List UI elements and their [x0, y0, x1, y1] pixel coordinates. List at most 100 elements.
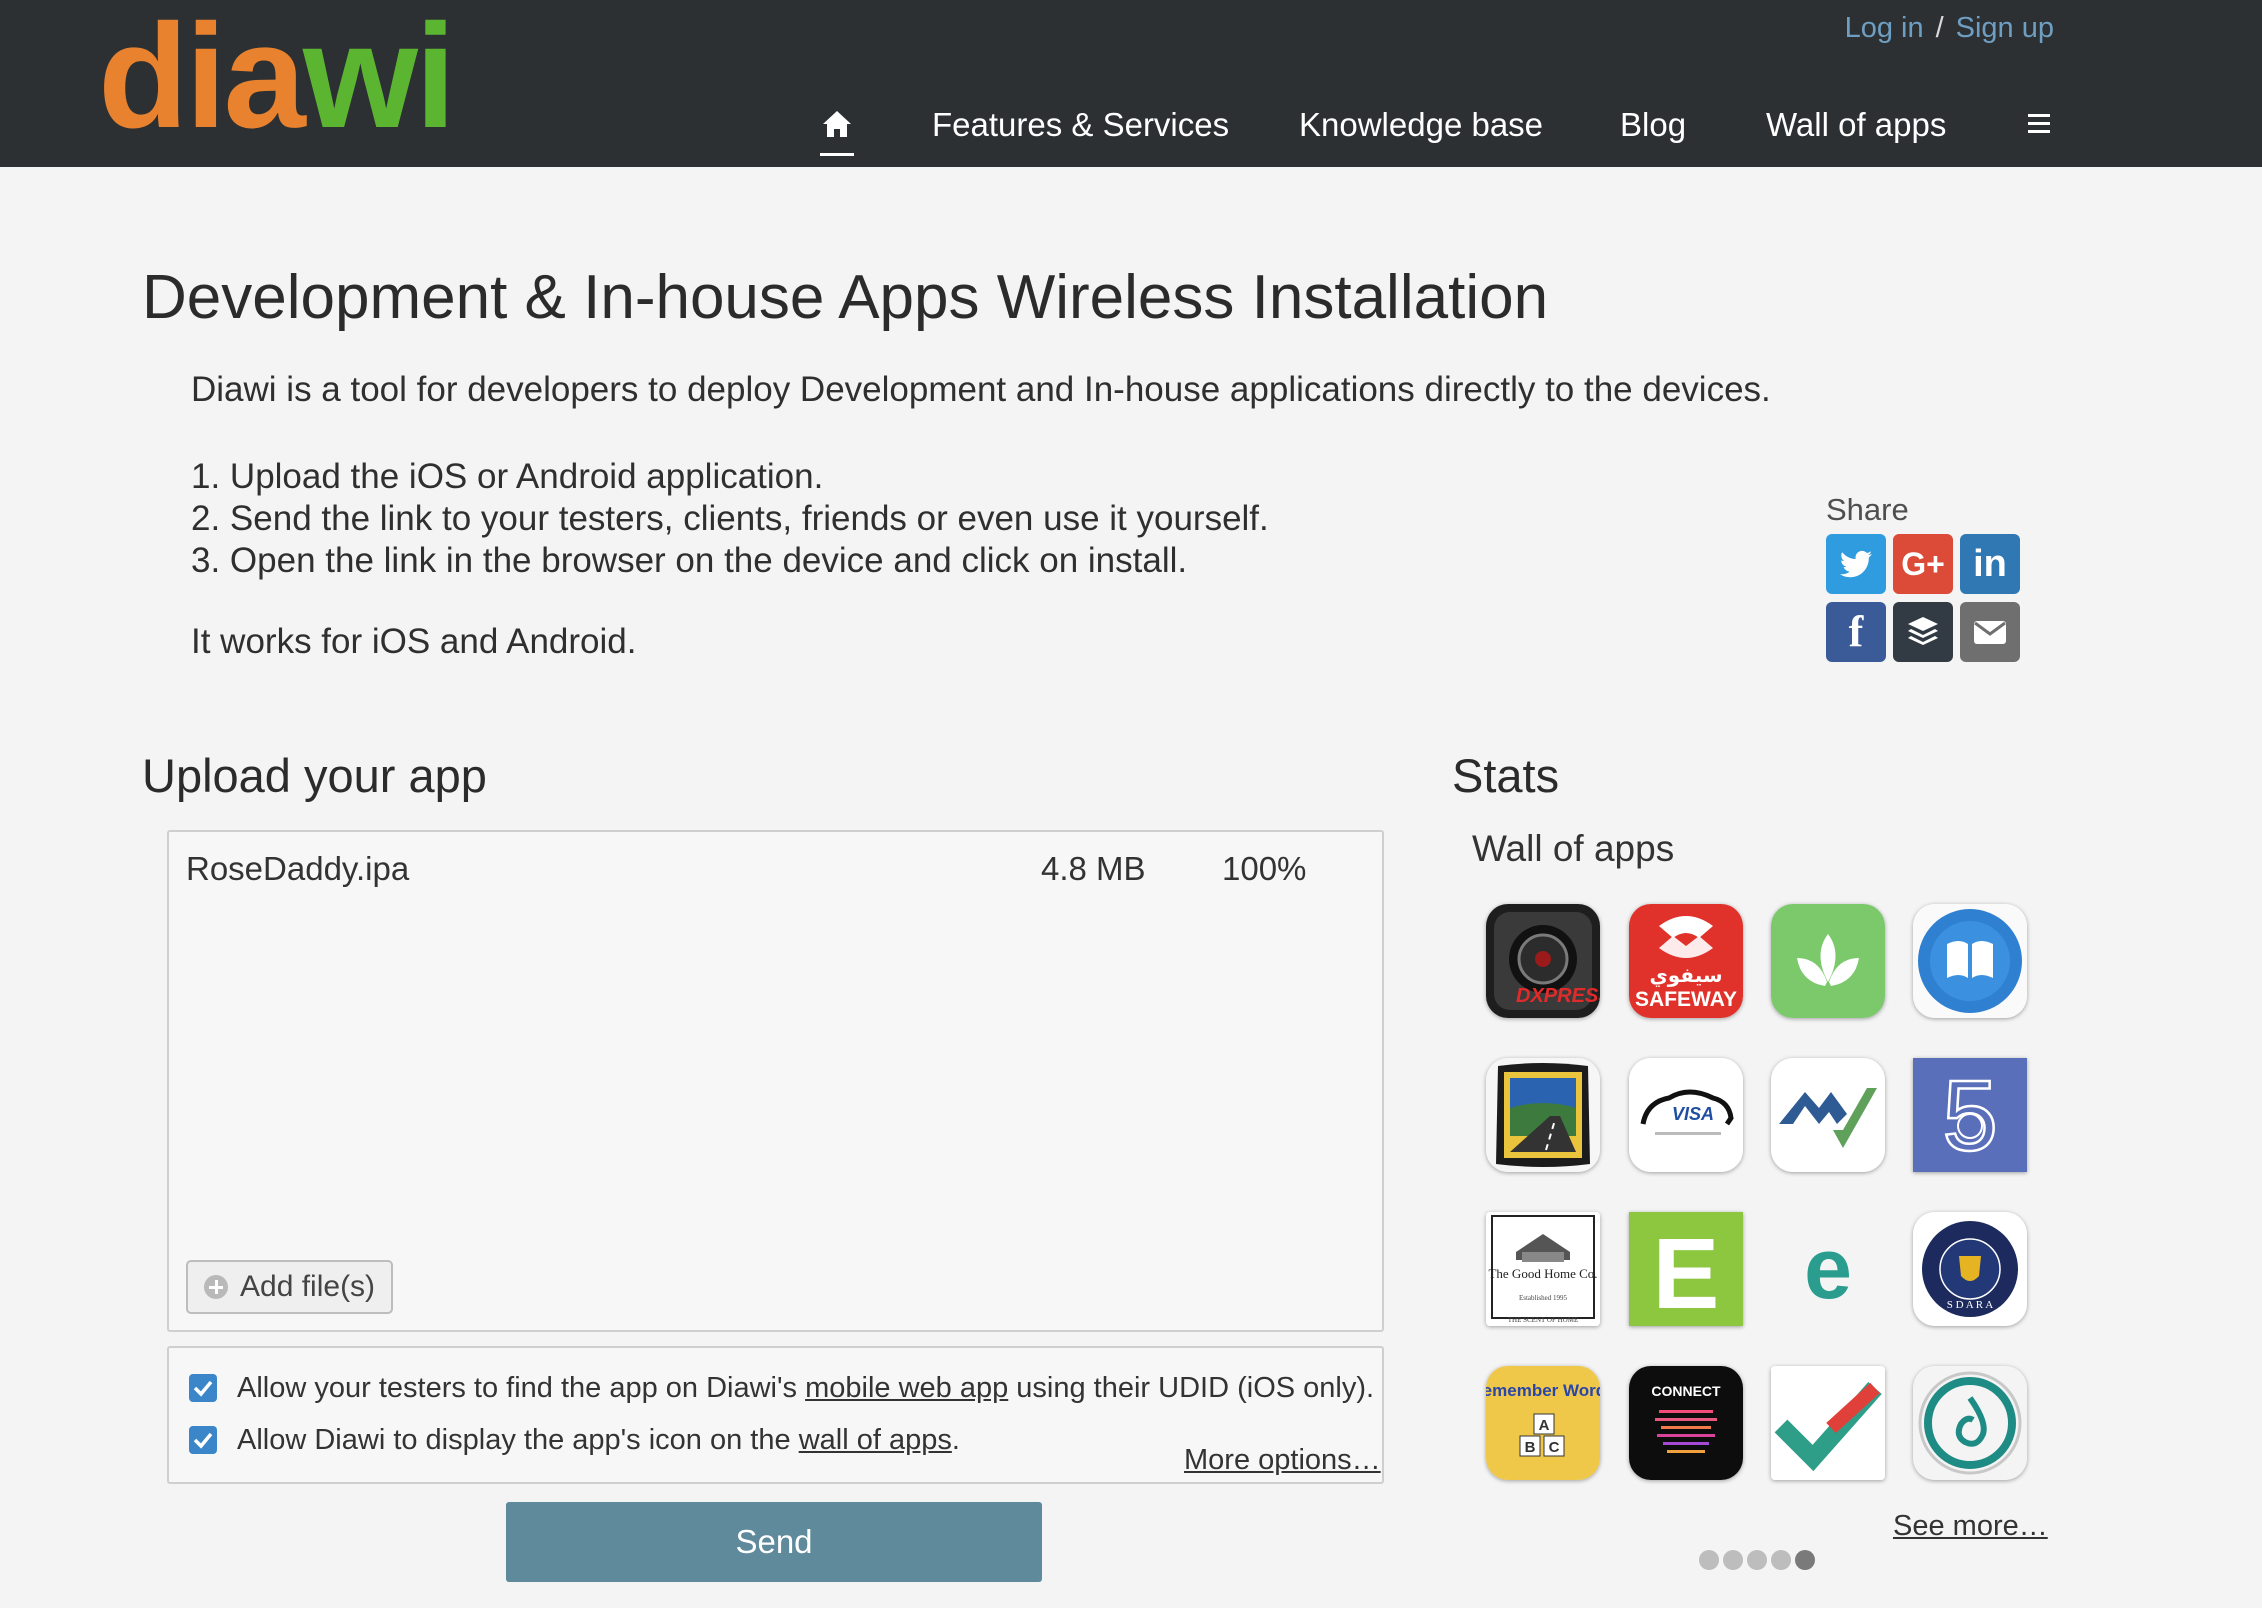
- good-home-established: Established 1995: [1519, 1294, 1568, 1302]
- wall-of-apps-title: Wall of apps: [1472, 828, 1675, 869]
- envelope-icon: [1974, 621, 2006, 644]
- send-button[interactable]: Send: [506, 1502, 1042, 1582]
- sdara-label: S D A R A: [1947, 1299, 1994, 1311]
- teal-e-letter: e: [1804, 1221, 1852, 1317]
- dxp-label: DXPRESS: [1516, 985, 1600, 1007]
- teal-e-icon: e: [1771, 1212, 1885, 1326]
- good-home-tagline: THE SCENT OF HOME: [1508, 1316, 1578, 1324]
- main-nav: Features & Services Knowledge base Blog …: [0, 100, 2262, 150]
- nav-knowledge-base[interactable]: Knowledge base: [1299, 100, 1543, 150]
- file-size: 4.8 MB: [1041, 850, 1146, 887]
- nav-wall-of-apps[interactable]: Wall of apps: [1766, 100, 1946, 150]
- option-udid-discovery: Allow your testers to find the app on Di…: [189, 1372, 1374, 1405]
- linkedin-icon: in: [1973, 543, 2007, 585]
- linkedin-share-button[interactable]: in: [1960, 534, 2020, 594]
- checkmark-icon: [1771, 1366, 1885, 1480]
- home-active-underline: [820, 153, 854, 156]
- intro-description: Diawi is a tool for developers to deploy…: [191, 370, 1771, 409]
- safeway-arabic-label: سيفوي: [1649, 963, 1722, 988]
- pager-dot-3[interactable]: [1747, 1550, 1767, 1570]
- remember-words-label: Remember Words: [1486, 1381, 1600, 1400]
- block-b: B: [1525, 1439, 1536, 1456]
- app-tile[interactable]: S D A R A: [1913, 1212, 2027, 1326]
- visa-car-icon: VISA: [1629, 1058, 1743, 1172]
- good-home-co-icon: The Good Home Co. Established 1995 THE S…: [1486, 1212, 1600, 1326]
- share-label: Share: [1826, 492, 1909, 527]
- sdara-badge-icon: S D A R A: [1913, 1212, 2027, 1326]
- app-tile[interactable]: سيفوي SAFEWAY: [1629, 904, 1743, 1018]
- dxp-recorder-icon: DXPRESS: [1486, 904, 1600, 1018]
- udid-checkbox[interactable]: [189, 1374, 217, 1402]
- step-1: 1. Upload the iOS or Android application…: [191, 457, 824, 496]
- good-home-label: The Good Home Co.: [1488, 1266, 1597, 1281]
- app-tile[interactable]: 5: [1913, 1058, 2027, 1172]
- pager-dot-5-active[interactable]: [1795, 1550, 1815, 1570]
- signup-link[interactable]: Sign up: [1956, 12, 2054, 44]
- connect-label: CONNECT: [1651, 1383, 1721, 1399]
- wall-display-checkbox[interactable]: [189, 1426, 217, 1454]
- app-tile[interactable]: DXPRESS: [1486, 904, 1600, 1018]
- more-options-link[interactable]: More options…: [1184, 1444, 1381, 1477]
- letter-e: E: [1653, 1218, 1720, 1326]
- wall-of-apps-link[interactable]: wall of apps: [799, 1424, 952, 1456]
- step-2: 2. Send the link to your testers, client…: [191, 499, 1269, 538]
- page-title: Development & In-house Apps Wireless Ins…: [142, 263, 1549, 332]
- auth-separator: /: [1935, 12, 1944, 44]
- app-tile[interactable]: e: [1771, 1212, 1885, 1326]
- twitter-icon: [1840, 550, 1872, 578]
- stats-heading: Stats: [1452, 749, 1560, 802]
- app-tile[interactable]: CONNECT: [1629, 1366, 1743, 1480]
- twitter-share-button[interactable]: [1826, 534, 1886, 594]
- email-share-button[interactable]: [1960, 602, 2020, 662]
- buffer-share-button[interactable]: [1893, 602, 1953, 662]
- open-book-icon: [1913, 904, 2027, 1018]
- nav-blog[interactable]: Blog: [1620, 100, 1686, 150]
- nav-features-services[interactable]: Features & Services: [932, 100, 1229, 150]
- visa-label: VISA: [1672, 1104, 1714, 1124]
- letter-e-icon: E: [1629, 1212, 1743, 1326]
- file-progress: 100%: [1222, 850, 1307, 887]
- safeway-label: SAFEWAY: [1635, 988, 1737, 1011]
- five-s-icon: 5: [1913, 1058, 2027, 1172]
- checkmark-icon: [193, 1432, 213, 1449]
- see-more-link[interactable]: See more…: [1893, 1510, 2048, 1543]
- pager-dot-1[interactable]: [1699, 1550, 1719, 1570]
- hamburger-icon[interactable]: [2028, 114, 2050, 138]
- app-tile[interactable]: [1771, 904, 1885, 1018]
- google-plus-share-button[interactable]: G+: [1893, 534, 1953, 594]
- checkmark-icon: [193, 1380, 213, 1397]
- app-tile[interactable]: The Good Home Co. Established 1995 THE S…: [1486, 1212, 1600, 1326]
- option-wall-text-before: Allow Diawi to display the app's icon on…: [237, 1424, 799, 1456]
- mobile-web-app-link[interactable]: mobile web app: [805, 1372, 1008, 1404]
- app-tile[interactable]: E: [1629, 1212, 1743, 1326]
- file-name: RoseDaddy.ipa: [186, 850, 410, 887]
- five-digit: 5: [1942, 1060, 1998, 1172]
- mountain-check-icon: [1771, 1058, 1885, 1172]
- app-tile[interactable]: VISA: [1629, 1058, 1743, 1172]
- drop-ring-icon: [1913, 1366, 2027, 1480]
- platforms-note: It works for iOS and Android.: [191, 622, 637, 661]
- site-header: diawi Log in / Sign up Features & Services…: [0, 0, 2262, 167]
- app-tile[interactable]: [1913, 1366, 2027, 1480]
- option-wall-display: Allow Diawi to display the app's icon on…: [189, 1424, 960, 1457]
- facebook-share-button[interactable]: f: [1826, 602, 1886, 662]
- landscape-road-icon: [1486, 1058, 1600, 1172]
- app-tile[interactable]: [1486, 1058, 1600, 1172]
- app-tile[interactable]: Remember Words A B C: [1486, 1366, 1600, 1480]
- pager-dot-4[interactable]: [1771, 1550, 1791, 1570]
- login-link[interactable]: Log in: [1845, 12, 1924, 44]
- connect-icon: CONNECT: [1629, 1366, 1743, 1480]
- app-tile[interactable]: [1913, 904, 2027, 1018]
- app-tile[interactable]: [1771, 1058, 1885, 1172]
- upload-heading: Upload your app: [142, 749, 487, 802]
- add-files-label: Add file(s): [240, 1270, 376, 1303]
- buffer-icon: [1908, 617, 1938, 645]
- pager-dot-2[interactable]: [1723, 1550, 1743, 1570]
- block-a: A: [1539, 1417, 1550, 1434]
- facebook-icon: f: [1848, 607, 1864, 656]
- upload-dropzone[interactable]: RoseDaddy.ipa 4.8 MB 100% Add file(s): [167, 830, 1384, 1332]
- safeway-icon: سيفوي SAFEWAY: [1629, 904, 1743, 1018]
- add-files-button[interactable]: Add file(s): [186, 1260, 394, 1314]
- plus-circle-icon: [204, 1275, 228, 1299]
- app-tile[interactable]: [1771, 1366, 1885, 1480]
